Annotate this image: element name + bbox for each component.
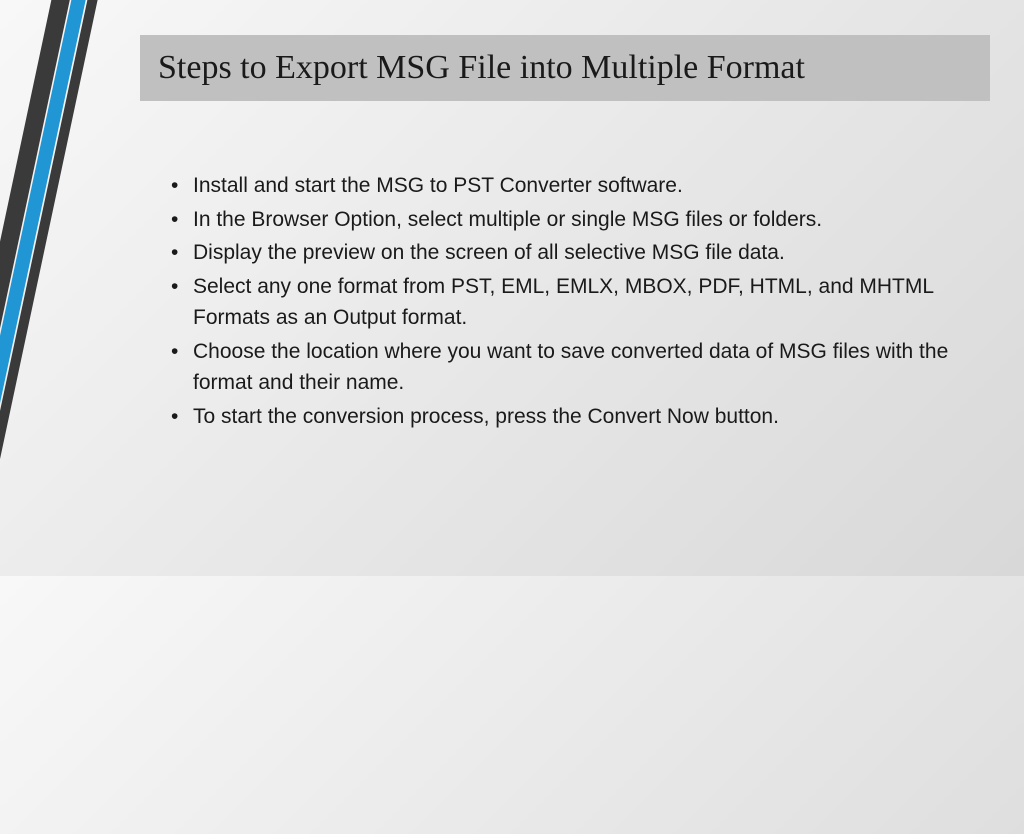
list-item: In the Browser Option, select multiple o… bbox=[165, 204, 965, 236]
title-box: Steps to Export MSG File into Multiple F… bbox=[140, 35, 990, 101]
content-area: Install and start the MSG to PST Convert… bbox=[165, 170, 965, 434]
list-item: Choose the location where you want to sa… bbox=[165, 336, 965, 399]
decorative-stripes bbox=[0, 0, 150, 576]
list-item: Install and start the MSG to PST Convert… bbox=[165, 170, 965, 202]
list-item: Select any one format from PST, EML, EML… bbox=[165, 271, 965, 334]
list-item: Display the preview on the screen of all… bbox=[165, 237, 965, 269]
steps-list: Install and start the MSG to PST Convert… bbox=[165, 170, 965, 432]
stripe-blue bbox=[0, 0, 96, 833]
list-item: To start the conversion process, press t… bbox=[165, 401, 965, 433]
slide-title: Steps to Export MSG File into Multiple F… bbox=[158, 49, 972, 87]
